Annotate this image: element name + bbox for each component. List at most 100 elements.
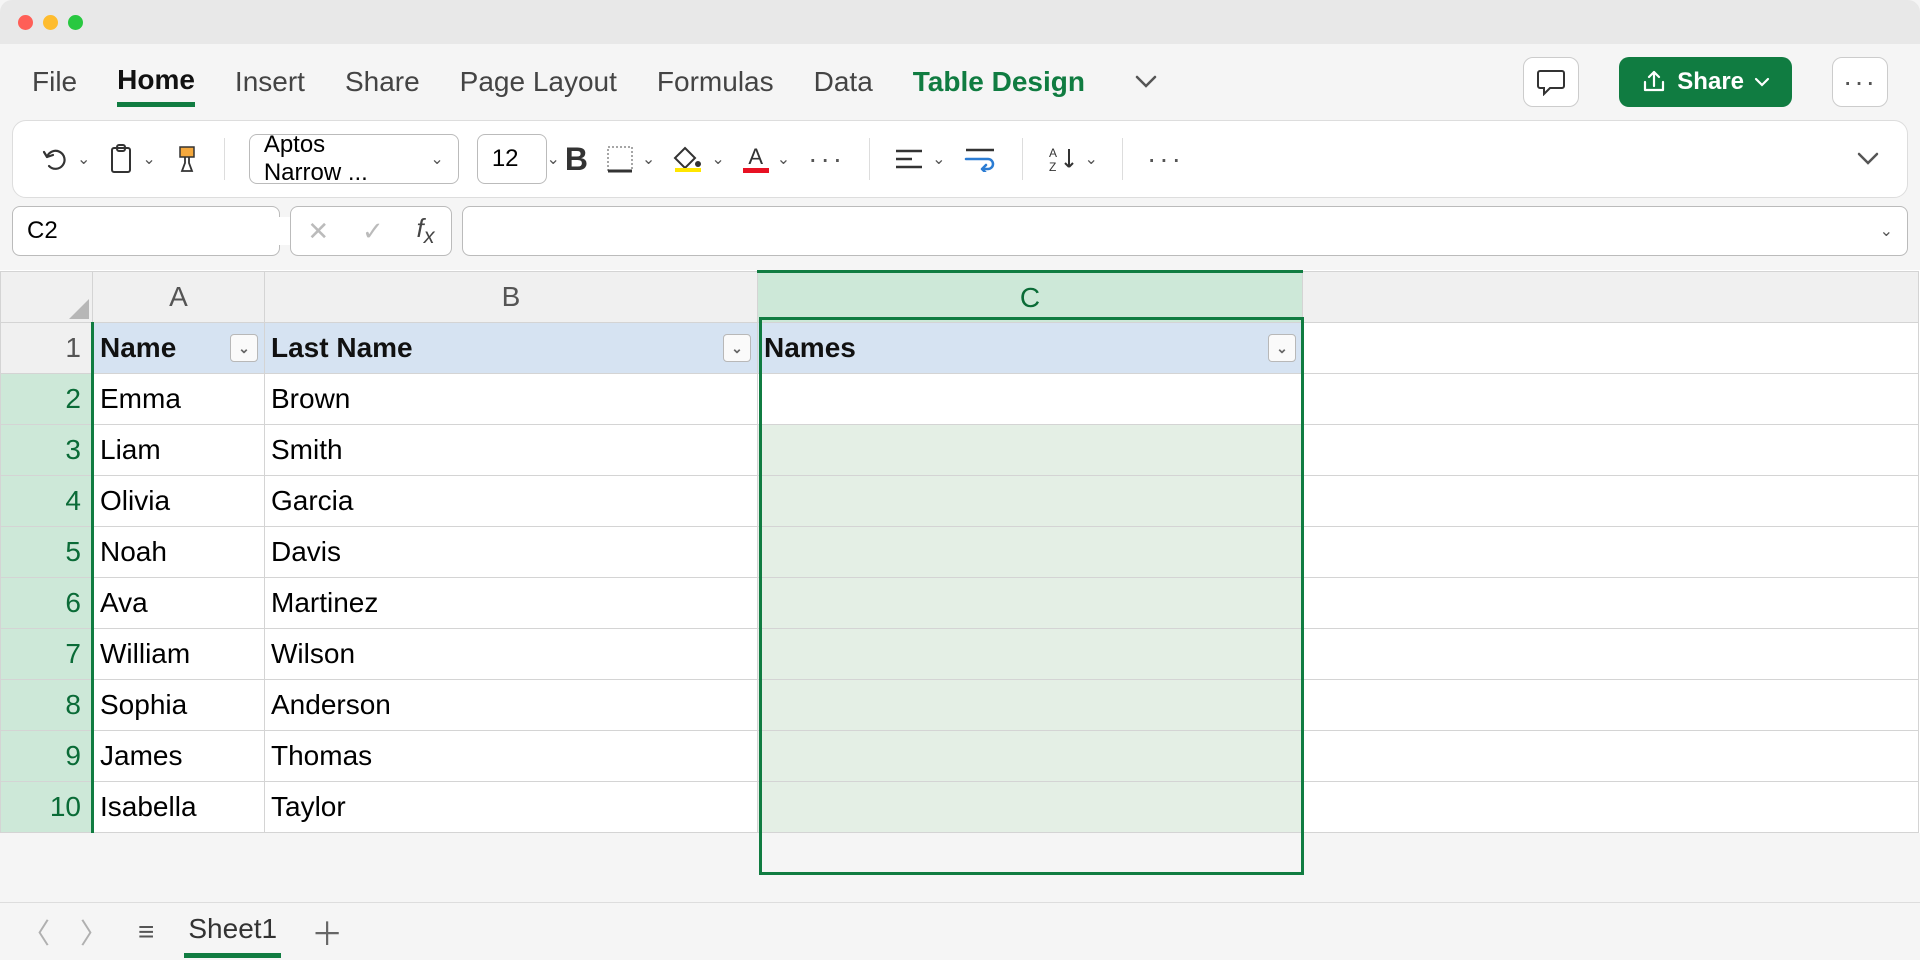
tab-table-design[interactable]: Table Design: [913, 60, 1085, 104]
sort-filter-button[interactable]: AZ ⌄: [1047, 136, 1098, 182]
cell-B10[interactable]: Taylor: [265, 782, 758, 833]
tab-share[interactable]: Share: [345, 60, 420, 104]
cell-C6[interactable]: [758, 578, 1303, 629]
cell-D4[interactable]: [1303, 476, 1919, 527]
cell-A6[interactable]: Ava: [93, 578, 265, 629]
row-header-6[interactable]: 6: [1, 578, 93, 629]
clipboard-button[interactable]: ⌄: [108, 136, 155, 182]
tabs-overflow-button[interactable]: [1125, 63, 1167, 101]
cell-C4[interactable]: [758, 476, 1303, 527]
tab-insert[interactable]: Insert: [235, 60, 305, 104]
column-header-D[interactable]: [1303, 272, 1919, 323]
select-all-corner[interactable]: [1, 272, 93, 323]
sheet-nav-prev[interactable]: 〈: [22, 912, 50, 952]
cell-C8[interactable]: [758, 680, 1303, 731]
cell-B6[interactable]: Martinez: [265, 578, 758, 629]
cell-C2[interactable]: [758, 374, 1303, 425]
row-header-4[interactable]: 4: [1, 476, 93, 527]
cell-D5[interactable]: [1303, 527, 1919, 578]
align-button[interactable]: ⌄: [894, 136, 945, 182]
column-header-A[interactable]: A: [93, 272, 265, 323]
filter-button[interactable]: ⌄: [1268, 334, 1296, 362]
ribbon-collapse-button[interactable]: [1857, 136, 1879, 182]
cell-D7[interactable]: [1303, 629, 1919, 680]
filter-button[interactable]: ⌄: [230, 334, 258, 362]
all-sheets-button[interactable]: ≡: [138, 916, 154, 948]
spreadsheet-grid[interactable]: A B C 1 Name⌄ Last Name⌄ Names⌄ 2 Emma B…: [0, 270, 1920, 833]
column-header-C[interactable]: C: [758, 272, 1303, 323]
row-header-8[interactable]: 8: [1, 680, 93, 731]
formula-input[interactable]: [477, 217, 1880, 245]
more-options-button[interactable]: ···: [1832, 57, 1888, 107]
cell-A3[interactable]: Liam: [93, 425, 265, 476]
accept-formula-button[interactable]: ✓: [362, 216, 384, 247]
tab-formulas[interactable]: Formulas: [657, 60, 774, 104]
tab-home[interactable]: Home: [117, 58, 195, 107]
undo-button[interactable]: ⌄: [41, 136, 90, 182]
tab-page-layout[interactable]: Page Layout: [460, 60, 617, 104]
cell-B9[interactable]: Thomas: [265, 731, 758, 782]
share-button[interactable]: Share: [1619, 57, 1792, 107]
cell-B4[interactable]: Garcia: [265, 476, 758, 527]
cancel-formula-button[interactable]: ✕: [307, 216, 329, 247]
maximize-window-button[interactable]: [68, 15, 83, 30]
cell-C5[interactable]: [758, 527, 1303, 578]
font-color-button[interactable]: A ⌄: [743, 136, 790, 182]
cell-D3[interactable]: [1303, 425, 1919, 476]
add-sheet-button[interactable]: ＋: [311, 909, 343, 955]
cell-A7[interactable]: William: [93, 629, 265, 680]
cell-C7[interactable]: [758, 629, 1303, 680]
column-header-B[interactable]: B: [265, 272, 758, 323]
ribbon-more-button[interactable]: ···: [1147, 136, 1184, 182]
cell-D6[interactable]: [1303, 578, 1919, 629]
cell-A9[interactable]: James: [93, 731, 265, 782]
cell-D10[interactable]: [1303, 782, 1919, 833]
tab-file[interactable]: File: [32, 60, 77, 104]
name-box[interactable]: ⌄: [12, 206, 280, 256]
cell-A10[interactable]: Isabella: [93, 782, 265, 833]
close-window-button[interactable]: [18, 15, 33, 30]
formula-input-container[interactable]: ⌄: [462, 206, 1908, 256]
cell-C10[interactable]: [758, 782, 1303, 833]
row-header-5[interactable]: 5: [1, 527, 93, 578]
cell-B5[interactable]: Davis: [265, 527, 758, 578]
cell-C3[interactable]: [758, 425, 1303, 476]
cell-C9[interactable]: [758, 731, 1303, 782]
cell-A1[interactable]: Name⌄: [93, 323, 265, 374]
cell-B3[interactable]: Smith: [265, 425, 758, 476]
filter-button[interactable]: ⌄: [723, 334, 751, 362]
row-header-9[interactable]: 9: [1, 731, 93, 782]
cell-D9[interactable]: [1303, 731, 1919, 782]
row-header-3[interactable]: 3: [1, 425, 93, 476]
font-size-selector[interactable]: 12 ⌄: [477, 134, 547, 184]
cell-D1[interactable]: [1303, 323, 1919, 374]
comments-button[interactable]: [1523, 57, 1579, 107]
row-header-7[interactable]: 7: [1, 629, 93, 680]
fx-icon[interactable]: fx: [417, 213, 435, 249]
wrap-text-button[interactable]: [964, 136, 998, 182]
cell-A4[interactable]: Olivia: [93, 476, 265, 527]
cell-D2[interactable]: [1303, 374, 1919, 425]
row-header-10[interactable]: 10: [1, 782, 93, 833]
sheet-nav-next[interactable]: 〉: [80, 912, 108, 952]
font-more-button[interactable]: ···: [808, 136, 845, 182]
borders-button[interactable]: ⌄: [606, 136, 655, 182]
cell-B2[interactable]: Brown: [265, 374, 758, 425]
cell-A5[interactable]: Noah: [93, 527, 265, 578]
tab-data[interactable]: Data: [814, 60, 873, 104]
cell-D8[interactable]: [1303, 680, 1919, 731]
cell-B8[interactable]: Anderson: [265, 680, 758, 731]
fill-color-button[interactable]: ⌄: [673, 136, 724, 182]
font-name-selector[interactable]: Aptos Narrow ... ⌄: [249, 134, 459, 184]
format-painter-button[interactable]: [174, 136, 200, 182]
bold-button[interactable]: B: [565, 136, 588, 182]
cell-C1[interactable]: Names⌄: [758, 323, 1303, 374]
minimize-window-button[interactable]: [43, 15, 58, 30]
cell-A2[interactable]: Emma: [93, 374, 265, 425]
cell-B7[interactable]: Wilson: [265, 629, 758, 680]
cell-A8[interactable]: Sophia: [93, 680, 265, 731]
row-header-1[interactable]: 1: [1, 323, 93, 374]
cell-B1[interactable]: Last Name⌄: [265, 323, 758, 374]
sheet-tab-1[interactable]: Sheet1: [184, 905, 281, 958]
row-header-2[interactable]: 2: [1, 374, 93, 425]
